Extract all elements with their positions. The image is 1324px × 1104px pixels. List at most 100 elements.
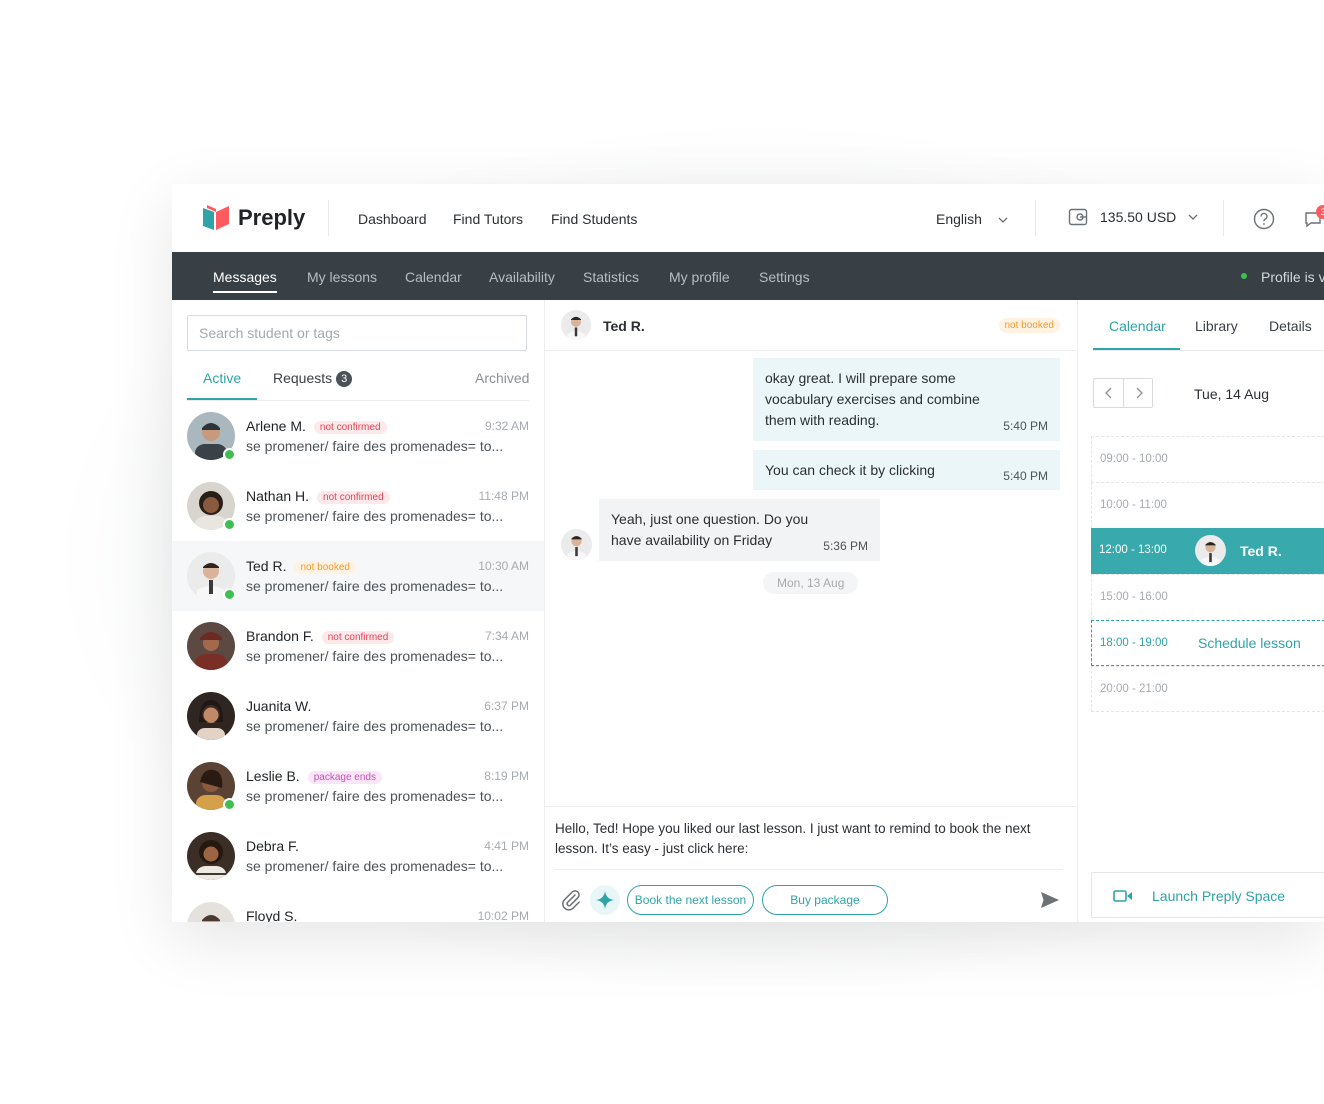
send-icon[interactable] [1040, 891, 1060, 909]
tab-requests[interactable]: Requests 3 [273, 370, 353, 387]
balance-value: 135.50 USD [1100, 209, 1177, 225]
student-name: Brandon F. not confirmed [246, 628, 395, 644]
tab-my-lessons[interactable]: My lessons [307, 269, 377, 285]
message-time: 6:37 PM [484, 699, 529, 713]
tab-messages[interactable]: Messages [213, 269, 277, 293]
language-value: English [936, 211, 982, 227]
logo[interactable]: Preply [202, 204, 305, 232]
notification-badge: 3 [1316, 205, 1324, 219]
paperclip-icon[interactable] [561, 889, 581, 911]
student-name: Ted R. not booked [246, 558, 356, 574]
message-preview: se promener/ faire des promenades= to... [246, 648, 504, 664]
message-time: 8:19 PM [484, 769, 529, 783]
tab-active[interactable]: Active [203, 370, 241, 386]
buy-package-button[interactable]: Buy package [762, 885, 888, 915]
tab-library[interactable]: Library [1195, 318, 1238, 334]
message-time: 11:48 PM [478, 489, 529, 503]
wallet-balance[interactable]: 135.50 USD [1068, 208, 1198, 226]
student-name: Nathan H. not confirmed [246, 488, 390, 504]
time-slot[interactable]: 10:00 - 11:00 [1091, 482, 1324, 528]
message-preview: se promener/ faire des promenades= to... [246, 578, 504, 594]
online-indicator [223, 798, 236, 811]
message-time: 9:32 AM [484, 419, 529, 433]
profile-status-text: Profile is v [1261, 269, 1324, 285]
message-time: 10:30 AM [478, 559, 529, 573]
time-slot[interactable]: 20:00 - 21:00 [1091, 666, 1324, 712]
book-next-lesson-button[interactable]: Book the next lesson [627, 885, 754, 915]
student-name: Floyd S. [246, 908, 298, 922]
list-item[interactable]: Leslie B. package ends 8:19 PM se promene… [172, 751, 544, 821]
profile-status: Profile is v [1241, 269, 1324, 285]
status-badge: package ends [307, 771, 382, 784]
message-text: You can check it by clicking [765, 462, 935, 478]
nav-find-students[interactable]: Find Students [551, 211, 637, 227]
student-list: Arlene M. not confirmed 9:32 AM se promen… [172, 401, 544, 922]
message-time: 5:40 PM [1003, 419, 1048, 433]
schedule-lesson-link[interactable]: Schedule lesson [1198, 635, 1301, 651]
time-slot[interactable]: 09:00 - 10:00 [1091, 436, 1324, 482]
student-list-panel: Active Requests3 Archived Arlene M.not c… [172, 300, 545, 922]
online-indicator [223, 588, 236, 601]
list-item[interactable]: Arlene M. not confirmed 9:32 AM se promen… [172, 401, 544, 471]
message-preview: se promener/ faire des promenades= to... [246, 438, 504, 454]
slot-time: 09:00 - 10:00 [1100, 453, 1168, 465]
chevron-down-icon [998, 217, 1008, 223]
tab-requests-label: Requests [273, 370, 333, 386]
message-input[interactable]: Hello, Ted! Hope you liked our last less… [555, 819, 1065, 859]
schedule-slot[interactable]: 18:00 - 19:00 Schedule lesson [1091, 620, 1324, 666]
divider [1123, 379, 1124, 407]
booked-slot[interactable]: 12:00 - 13:00 Ted R. [1091, 528, 1324, 574]
tab-my-profile[interactable]: My profile [669, 269, 730, 285]
active-tab-indicator [1093, 348, 1180, 350]
message-bubble-incoming: Yeah, just one question. Do you have ava… [599, 499, 880, 561]
list-item[interactable]: Debra F. 4:41 PM se promener/ faire des … [172, 821, 544, 891]
date-navigator [1093, 378, 1153, 408]
tabs-divider [1093, 350, 1324, 351]
divider [328, 200, 329, 236]
status-badge: not confirmed [321, 631, 395, 644]
search-input[interactable] [187, 315, 527, 351]
tab-calendar[interactable]: Calendar [405, 269, 462, 285]
tab-details[interactable]: Details [1269, 318, 1312, 334]
student-name: Arlene M. not confirmed [246, 418, 387, 434]
sparkle-button[interactable] [590, 885, 620, 915]
tab-archived[interactable]: Archived [475, 370, 529, 386]
nav-find-tutors[interactable]: Find Tutors [453, 211, 523, 227]
slot-time: 10:00 - 11:00 [1100, 499, 1167, 511]
preply-logo-icon [203, 205, 229, 230]
message-text: Yeah, just one question. Do you have ava… [611, 511, 809, 548]
launch-label: Launch Preply Space [1152, 888, 1286, 904]
message-preview: se promener/ faire des promenades= to... [246, 718, 504, 734]
list-item[interactable]: Nathan H. not confirmed 11:48 PM se prome… [172, 471, 544, 541]
time-slot[interactable]: 15:00 - 16:00 [1091, 574, 1324, 620]
tab-calendar-panel[interactable]: Calendar [1109, 318, 1166, 334]
list-item[interactable]: Floyd S. 10:02 PM [172, 891, 544, 922]
list-item[interactable]: Brandon F. not confirmed 7:34 AM se prome… [172, 611, 544, 681]
language-select[interactable]: English [936, 211, 1008, 227]
message-preview: se promener/ faire des promenades= to... [246, 858, 504, 874]
list-item[interactable]: Juanita W. 6:37 PM se promener/ faire de… [172, 681, 544, 751]
divider [1223, 200, 1224, 236]
avatar [187, 902, 235, 922]
message-time: 5:40 PM [1003, 469, 1048, 483]
chevron-right-icon[interactable] [1134, 387, 1144, 399]
message-time: 7:34 AM [484, 629, 529, 643]
online-dot [1241, 273, 1247, 280]
message-bubble-outgoing: okay great. I will prepare some vocabula… [753, 358, 1060, 441]
slot-time: 18:00 - 19:00 [1100, 637, 1168, 649]
avatar[interactable] [561, 310, 591, 340]
tab-statistics[interactable]: Statistics [583, 269, 639, 285]
tab-settings[interactable]: Settings [759, 269, 810, 285]
launch-preply-space-button[interactable]: Launch Preply Space [1091, 872, 1324, 918]
message-bubble-outgoing: You can check it by clicking 5:40 PM [753, 450, 1060, 490]
contact-name[interactable]: Ted R. [603, 318, 645, 334]
nav-dashboard[interactable]: Dashboard [358, 211, 427, 227]
chevron-left-icon[interactable] [1104, 387, 1114, 399]
list-item[interactable]: Ted R. not booked 10:30 AM se promener/ f… [172, 541, 544, 611]
status-badge: not confirmed [317, 491, 390, 504]
help-icon[interactable] [1253, 208, 1275, 230]
tab-availability[interactable]: Availability [489, 269, 555, 285]
chat-panel: Ted R. not booked okay great. I will pre… [545, 300, 1076, 922]
active-tab-indicator [187, 398, 257, 400]
avatar [187, 692, 235, 740]
